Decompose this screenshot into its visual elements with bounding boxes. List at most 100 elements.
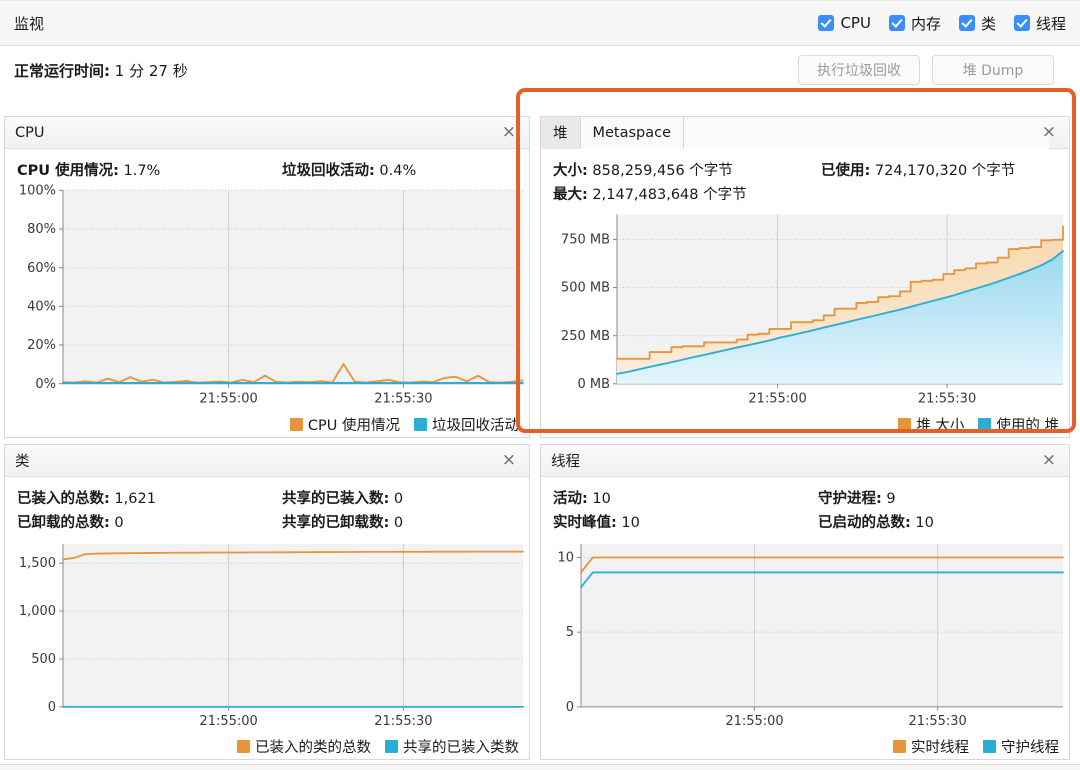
toggle-threads[interactable]: 线程 [1013,13,1066,34]
toggle-cpu-label: CPU [840,14,871,32]
memory-chart: 0 MB 250 MB 500 MB 750 MB 21:55:00 21:55:30 [541,206,1069,411]
checkbox-checked-icon[interactable] [888,15,905,31]
svg-text:21:55:30: 21:55:30 [374,714,432,729]
perform-gc-button[interactable]: 执行垃圾回收 [798,55,920,85]
cpu-chart: 0% 20% 40% 60% 80% 100% 21:55:00 21:55:30 [5,182,529,411]
legend-item-cpu-usage: CPU 使用情况 [289,414,400,435]
legend-item-heap-used: 使用的 堆 [978,414,1059,435]
heap-size-value: 858,259,456 个字节 [592,163,733,179]
threads-peak-label: 实时峰值: [553,515,617,531]
legend-swatch-icon [289,417,303,431]
cpu-panel: CPU × CPU 使用情况: 1.7% 垃圾回收活动: 0.4% 0% 20% 4… [4,116,530,438]
legend-swatch-icon [414,417,427,431]
tab-heap[interactable]: 堆 [541,117,581,149]
gc-activity-value: 0.4% [379,163,417,179]
legend-label: 使用的 堆 [996,417,1059,434]
legend-label: 实时线程 [911,739,969,756]
memory-stats-spacer [821,183,1057,204]
svg-text:100%: 100% [19,183,56,198]
threads-stats: 活动: 10 守护进程: 9 实时峰值: 10 已启动的总数: 10 [541,477,1069,534]
heap-size-stat: 大小: 858,259,456 个字节 [553,159,821,180]
svg-text:5: 5 [566,625,574,640]
classes-chart: 0 500 1,000 1,500 21:55:00 21:55:30 [5,534,529,733]
gc-activity-stat: 垃圾回收活动: 0.4% [282,159,517,180]
checkbox-checked-icon[interactable] [1013,15,1030,31]
close-icon[interactable]: × [499,450,519,471]
threads-daemon-value: 9 [886,491,896,507]
heap-max-label: 最大: [553,187,588,203]
uptime-text: 正常运行时间: 1 分 27 秒 [14,60,188,81]
svg-text:80%: 80% [27,222,56,237]
window-bottom-edge [0,764,1080,770]
close-icon[interactable]: × [499,122,519,143]
classes-shared-unloaded-stat: 共享的已卸载数: 0 [282,511,517,532]
classes-unloaded-label: 已卸载的总数: [17,515,110,531]
threads-chart: 0 5 10 21:55:00 21:55:30 [541,534,1069,733]
threads-panel-title: 线程 [551,454,580,470]
svg-text:21:55:30: 21:55:30 [909,714,967,729]
action-button-row: 执行垃圾回收 堆 Dump [798,55,1066,85]
legend-swatch-icon [983,739,996,753]
heap-used-stat: 已使用: 724,170,320 个字节 [821,159,1057,180]
toggle-threads-label: 线程 [1035,14,1066,33]
legend-item-heap-size: 堆 大小 [898,414,964,435]
svg-text:10: 10 [557,550,574,565]
close-icon[interactable]: × [1039,450,1059,471]
toggle-classes-label: 类 [980,14,996,33]
svg-text:1,500: 1,500 [19,556,56,571]
legend-swatch-icon [385,739,398,753]
cpu-panel-title: CPU [15,124,45,141]
cpu-usage-value: 1.7% [123,163,161,179]
monitor-titlebar: 监视 CPU 内存 类 线程 [0,0,1080,46]
legend-label: 共享的已装入类数 [403,739,519,756]
heap-dump-button[interactable]: 堆 Dump [932,55,1054,85]
classes-chart-legend: 已装入的类的总数 共享的已装入类数 [5,733,529,759]
legend-label: 守护线程 [1001,739,1059,756]
classes-shared-loaded-stat: 共享的已装入数: 0 [282,487,517,508]
threads-peak-value: 10 [621,515,640,531]
threads-panel-header: 线程 × [541,445,1069,477]
svg-text:500 MB: 500 MB [561,280,610,295]
legend-item-live-threads: 实时线程 [893,736,969,757]
legend-item-daemon-threads: 守护线程 [983,736,1059,757]
classes-loaded-label: 已装入的总数: [17,491,110,507]
memory-panel: 堆 Metaspace × 大小: 858,259,456 个字节 已使用: 7… [540,116,1070,438]
uptime-row: 正常运行时间: 1 分 27 秒 执行垃圾回收 堆 Dump [0,46,1080,94]
svg-text:1,000: 1,000 [19,604,56,619]
legend-swatch-icon [237,739,250,753]
classes-unloaded-stat: 已卸载的总数: 0 [17,511,282,532]
monitor-panel-grid: CPU × CPU 使用情况: 1.7% 垃圾回收活动: 0.4% 0% 20% 4… [0,94,1080,764]
legend-item-classes-loaded: 已装入的类的总数 [237,736,371,757]
svg-text:0 MB: 0 MB [577,377,610,392]
heap-max-stat: 最大: 2,147,483,648 个字节 [553,183,821,204]
tab-metaspace[interactable]: Metaspace [580,117,685,149]
threads-daemon-stat: 守护进程: 9 [818,487,1057,508]
threads-total-started-stat: 已启动的总数: 10 [818,511,1057,532]
svg-text:21:55:00: 21:55:00 [748,391,806,406]
gc-activity-label: 垃圾回收活动: [282,163,375,179]
threads-panel: 线程 × 活动: 10 守护进程: 9 实时峰值: 10 已启动的总数: 10 … [540,444,1070,760]
metric-toggle-group: CPU 内存 类 线程 [818,13,1066,34]
classes-shared-loaded-value: 0 [393,491,404,507]
classes-loaded-stat: 已装入的总数: 1,621 [17,487,282,508]
checkbox-checked-icon[interactable] [958,15,975,31]
svg-text:0%: 0% [35,377,56,392]
svg-text:0: 0 [48,700,56,715]
uptime-value: 1 分 27 秒 [114,61,188,80]
memory-panel-header: 堆 Metaspace × [541,117,1069,149]
classes-shared-loaded-label: 共享的已装入数: [282,491,390,507]
memory-stats: 大小: 858,259,456 个字节 已使用: 724,170,320 个字节… [541,149,1069,206]
toggle-cpu[interactable]: CPU [818,14,871,32]
toggle-classes[interactable]: 类 [958,13,996,34]
cpu-usage-stat: CPU 使用情况: 1.7% [17,159,282,180]
svg-text:250 MB: 250 MB [561,329,610,344]
toggle-memory[interactable]: 内存 [888,13,941,34]
threads-live-stat: 活动: 10 [553,487,818,508]
memory-tabstrip: 堆 Metaspace [541,117,1049,149]
svg-text:21:55:30: 21:55:30 [374,391,432,406]
classes-shared-unloaded-label: 共享的已卸载数: [282,515,390,531]
threads-total-started-value: 10 [915,515,934,531]
close-icon[interactable]: × [1039,122,1059,143]
classes-panel: 类 × 已装入的总数: 1,621 共享的已装入数: 0 已卸载的总数: 0 共… [4,444,530,760]
checkbox-checked-icon[interactable] [818,15,835,31]
